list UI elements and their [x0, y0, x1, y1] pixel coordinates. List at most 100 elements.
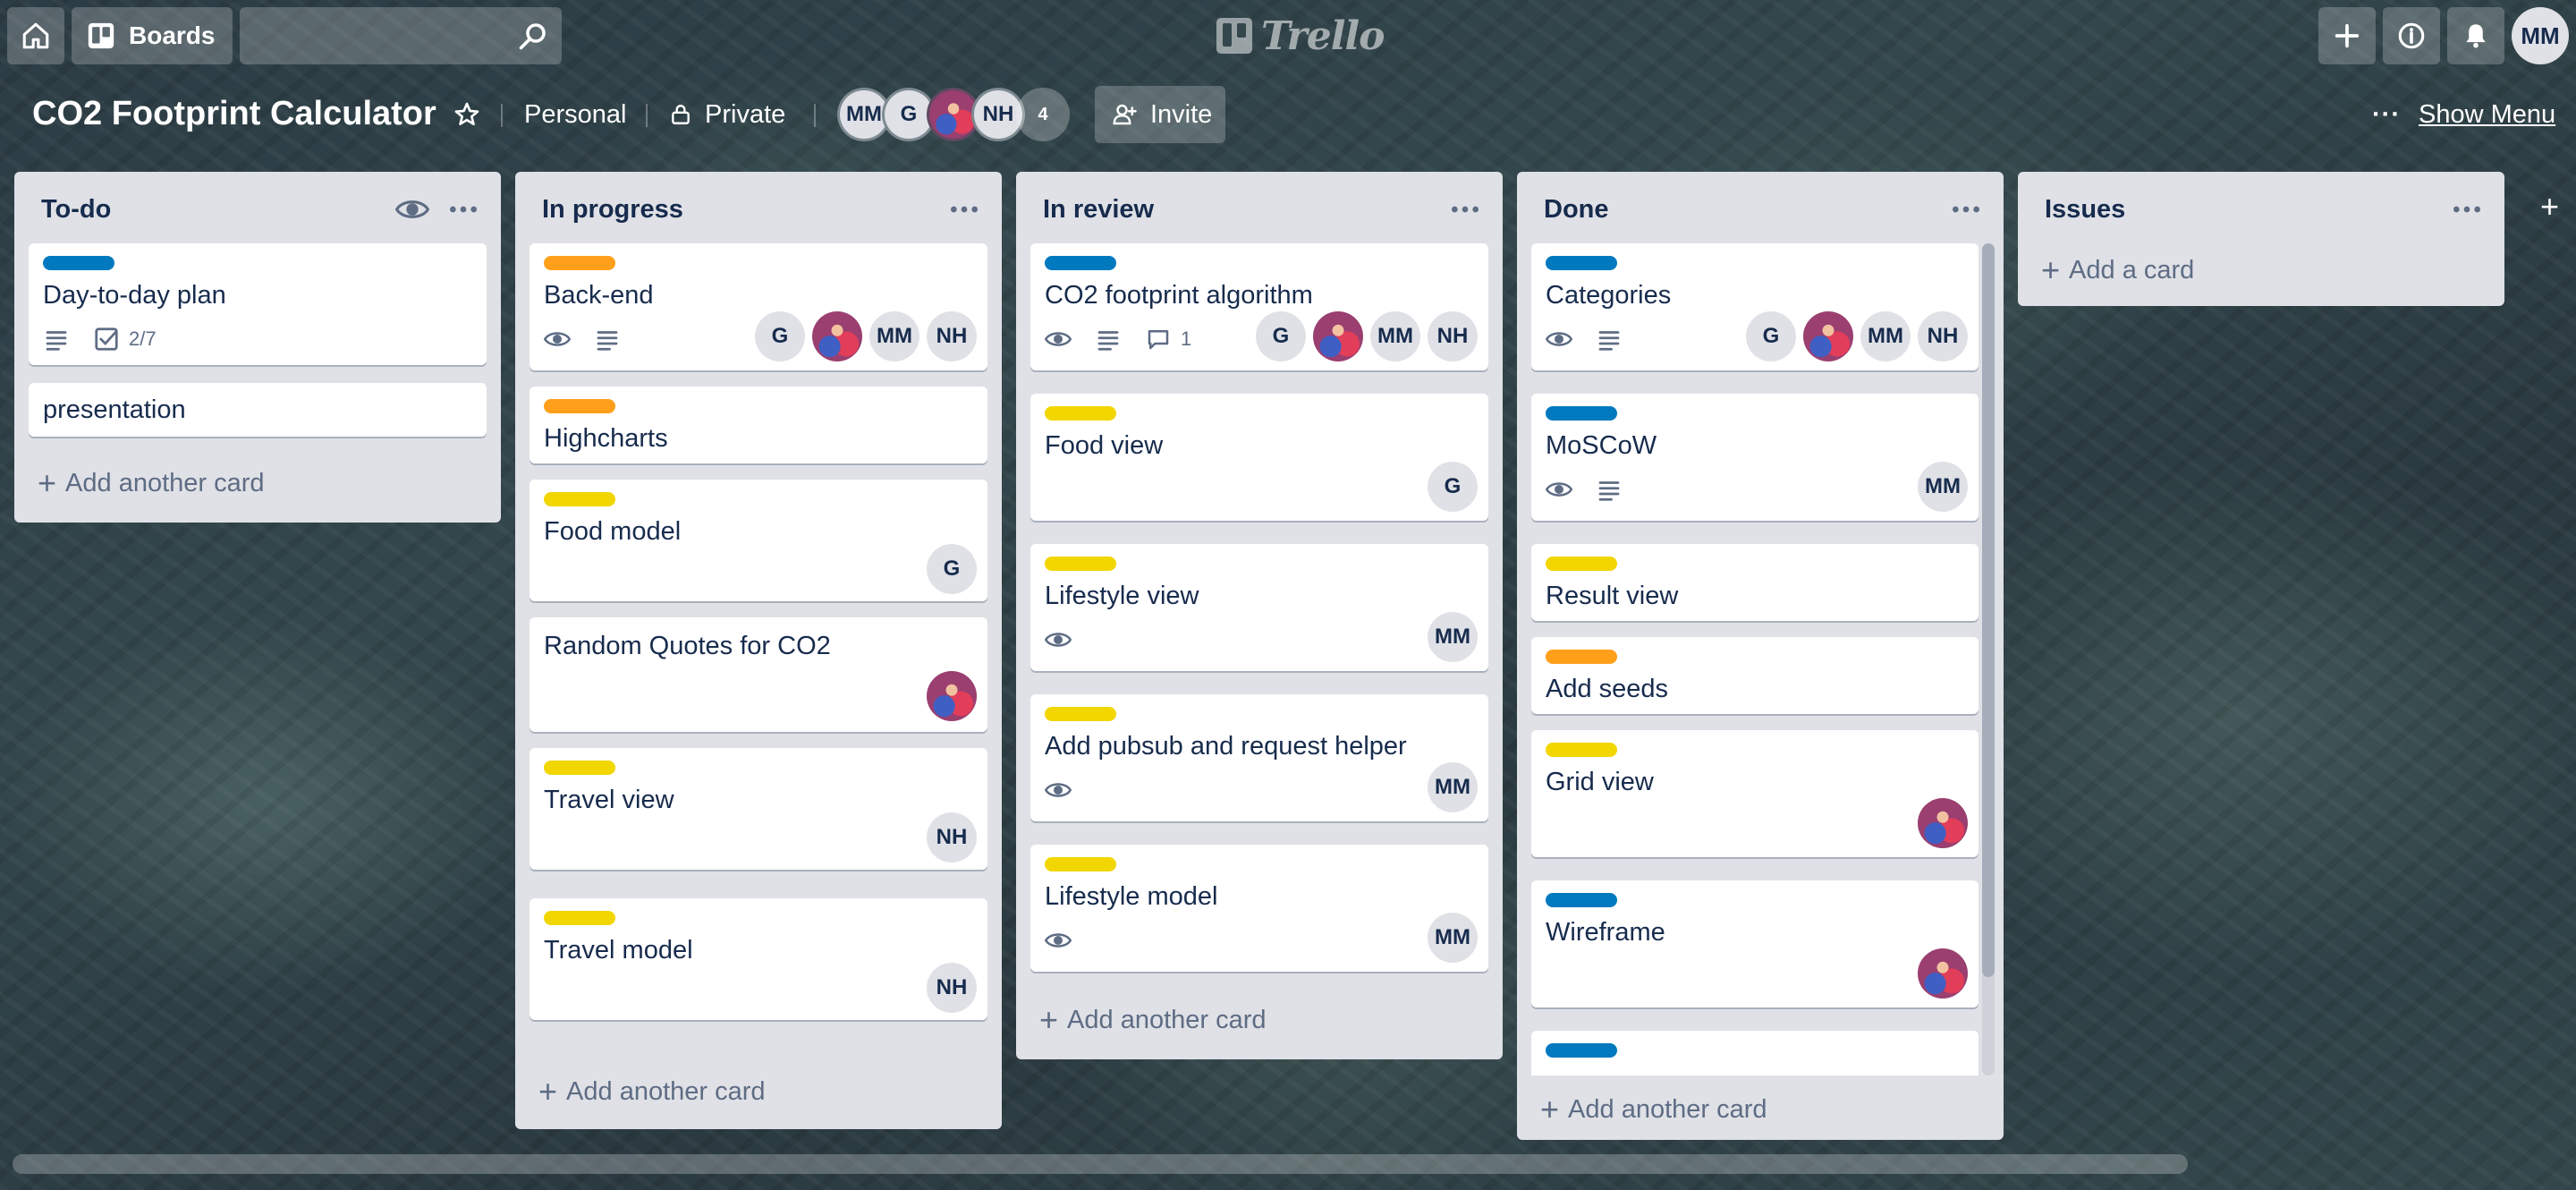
vertical-scrollbar[interactable] [1982, 243, 1995, 1075]
list-menu-icon[interactable] [445, 191, 481, 227]
card[interactable]: Result view [1531, 544, 1979, 621]
card-label-blue[interactable] [1045, 256, 1116, 270]
horizontal-scrollbar[interactable] [13, 1154, 2188, 1174]
member-avatar[interactable]: G [1428, 462, 1478, 512]
card[interactable]: CO2 footprint algorithm 1 G MM NH [1030, 243, 1488, 370]
member-avatar[interactable]: NH [927, 963, 977, 1013]
member-avatar[interactable]: MM [1428, 762, 1478, 812]
search-box[interactable] [240, 7, 562, 64]
list-menu-icon[interactable] [2449, 191, 2485, 227]
list-header: In review [1016, 172, 1503, 247]
member-overflow-count[interactable]: 4 [1016, 88, 1070, 141]
scrollbar-thumb[interactable] [1982, 243, 1995, 977]
card-label-orange[interactable] [1546, 650, 1617, 664]
card-label-orange[interactable] [544, 399, 615, 413]
member-photo-avatar[interactable] [1803, 311, 1853, 361]
member-avatar[interactable]: MM [1428, 612, 1478, 662]
card-label-yellow[interactable] [1045, 557, 1116, 571]
card[interactable]: Random Quotes for CO2 [530, 617, 987, 732]
team-button[interactable]: Personal [524, 88, 626, 141]
card[interactable]: Day-to-day plan 2/7 [29, 243, 487, 365]
card[interactable] [1531, 1031, 1979, 1075]
member-avatar[interactable]: G [1746, 311, 1796, 361]
card-label-blue[interactable] [43, 256, 114, 270]
card-label-yellow[interactable] [1045, 406, 1116, 421]
member-avatar[interactable]: G [755, 311, 805, 361]
add-card-button[interactable]: + Add another card [538, 1075, 766, 1108]
card[interactable]: Add pubsub and request helper MM [1030, 694, 1488, 821]
card[interactable]: MoSCoW MM [1531, 394, 1979, 521]
member-photo-avatar[interactable] [1313, 311, 1363, 361]
member-avatar[interactable]: NH [1428, 311, 1478, 361]
card[interactable]: Back-end G MM NH [530, 243, 987, 370]
card[interactable]: Add seeds [1531, 637, 1979, 714]
card[interactable]: Wireframe [1531, 880, 1979, 1007]
invite-button[interactable]: Invite [1095, 86, 1225, 143]
list-menu-icon[interactable] [946, 191, 982, 227]
search-input[interactable] [240, 7, 562, 64]
list-title[interactable]: Done [1544, 195, 1609, 225]
list-title[interactable]: In review [1043, 195, 1154, 225]
trello-logo[interactable]: Trello [1216, 7, 1385, 64]
card-label-yellow[interactable] [544, 761, 615, 775]
home-button[interactable] [7, 7, 64, 64]
list-title[interactable]: Issues [2045, 195, 2125, 225]
card-label-yellow[interactable] [1546, 743, 1617, 757]
create-button[interactable] [2318, 7, 2376, 64]
card-label-yellow[interactable] [1546, 557, 1617, 571]
card-label-blue[interactable] [1546, 1043, 1617, 1058]
add-card-button[interactable]: + Add another card [1039, 1004, 1267, 1036]
card-label-blue[interactable] [1546, 893, 1617, 907]
member-avatar[interactable]: NH [927, 812, 977, 863]
member-avatar[interactable]: MM [1860, 311, 1911, 361]
member-photo-avatar[interactable] [812, 311, 862, 361]
member-photo-avatar[interactable] [927, 671, 977, 721]
member-photo-avatar[interactable] [1918, 948, 1968, 999]
add-list-plus-icon[interactable]: + [2540, 188, 2559, 225]
member-avatar[interactable]: G [927, 544, 977, 594]
member-avatar[interactable]: MM [1918, 462, 1968, 512]
list-title[interactable]: To-do [41, 195, 111, 225]
card-label-yellow[interactable] [1045, 707, 1116, 721]
card[interactable]: Food view G [1030, 394, 1488, 521]
visibility-button[interactable]: Private [669, 88, 785, 141]
notifications-button[interactable] [2447, 7, 2504, 64]
card-label-yellow[interactable] [544, 911, 615, 925]
member-avatar[interactable]: NH [1918, 311, 1968, 361]
card[interactable]: Highcharts [530, 387, 987, 463]
add-card-button[interactable]: + Add another card [38, 467, 265, 499]
add-card-label: Add another card [566, 1076, 766, 1106]
card[interactable]: Lifestyle view MM [1030, 544, 1488, 671]
card-label-yellow[interactable] [544, 492, 615, 506]
card[interactable]: Travel view NH [530, 748, 987, 870]
card-label-yellow[interactable] [1045, 857, 1116, 871]
board-title[interactable]: CO2 Footprint Calculator [32, 95, 436, 133]
member-avatar[interactable]: MM [1370, 311, 1420, 361]
card-label-orange[interactable] [544, 256, 615, 270]
member-avatar[interactable]: MM [869, 311, 919, 361]
card[interactable]: Travel model NH [530, 898, 987, 1020]
member-avatar[interactable]: MM [1428, 913, 1478, 963]
list-cards-scroll-area[interactable]: Categories G MM NH MoSCoW MM Result view… [1517, 243, 2004, 1075]
boards-button[interactable]: Boards [72, 7, 233, 64]
search-icon[interactable] [517, 20, 549, 52]
card[interactable]: Categories G MM NH [1531, 243, 1979, 370]
card[interactable]: presentation [29, 383, 487, 437]
list-menu-icon[interactable] [1447, 191, 1483, 227]
user-avatar[interactable]: MM [2512, 7, 2569, 64]
add-card-button[interactable]: + Add another card [1540, 1093, 1767, 1126]
card[interactable]: Food model G [530, 480, 987, 601]
card-label-blue[interactable] [1546, 256, 1617, 270]
card[interactable]: Grid view [1531, 730, 1979, 857]
card[interactable]: Lifestyle model MM [1030, 845, 1488, 972]
show-menu-button[interactable]: ··· Show Menu [2372, 97, 2555, 132]
list-title[interactable]: In progress [542, 195, 683, 225]
member-avatar[interactable]: NH [927, 311, 977, 361]
add-card-button[interactable]: + Add a card [2041, 254, 2194, 286]
member-avatar[interactable]: G [1256, 311, 1306, 361]
star-board-button[interactable] [447, 88, 487, 141]
info-button[interactable] [2383, 7, 2440, 64]
list-menu-icon[interactable] [1948, 191, 1984, 227]
member-photo-avatar[interactable] [1918, 798, 1968, 848]
card-label-blue[interactable] [1546, 406, 1617, 421]
